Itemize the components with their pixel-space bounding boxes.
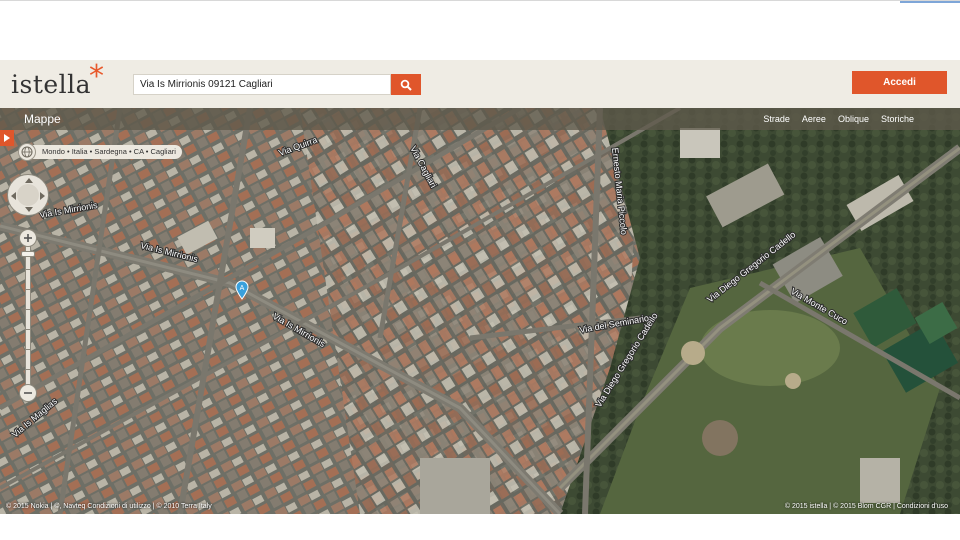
tab-strade[interactable]: Strade	[763, 114, 790, 124]
map-attribution-right[interactable]: © 2015 istella | © 2015 Blom CGR | Condi…	[785, 503, 948, 510]
marker-label: A	[240, 285, 245, 292]
globe-button[interactable]	[18, 143, 36, 161]
tab-storiche[interactable]: Storiche	[881, 114, 914, 124]
istella-logo[interactable]: istella *	[11, 62, 104, 100]
zoom-control	[19, 229, 37, 402]
location-marker[interactable]: A	[235, 280, 249, 300]
pan-left-icon[interactable]	[11, 192, 16, 200]
site-header: istella * Accedi	[0, 60, 960, 108]
map-title: Mappe	[24, 112, 61, 126]
window-top-strip	[0, 0, 960, 60]
plus-icon	[24, 234, 32, 242]
map-toolbar: Mappe Strade Aeree Oblique Storiche	[0, 108, 960, 130]
sidebar-toggle-button[interactable]	[0, 130, 14, 146]
top-accent-line	[900, 1, 960, 3]
zoom-tick	[26, 269, 30, 270]
tab-aeree[interactable]: Aeree	[802, 114, 826, 124]
minus-icon	[24, 392, 32, 394]
tab-oblique[interactable]: Oblique	[838, 114, 869, 124]
map-view-tabs: Strade Aeree Oblique Storiche	[763, 108, 914, 130]
zoom-tick	[26, 309, 30, 310]
search-input[interactable]	[133, 74, 391, 95]
map-view[interactable]: Via Is Mirrionis Via Is Mirrionis Via Is…	[0, 108, 960, 514]
chevron-right-icon	[4, 134, 10, 142]
zoom-tick	[26, 369, 30, 370]
zoom-out-button[interactable]	[19, 384, 37, 402]
search-button[interactable]	[391, 74, 421, 95]
page-footer	[0, 514, 960, 540]
zoom-tick	[26, 349, 30, 350]
location-breadcrumb: Mondo • Italia • Sardegna • CA • Cagliar…	[18, 143, 182, 161]
zoom-tick	[26, 329, 30, 330]
map-pin-icon: A	[235, 280, 249, 300]
breadcrumb-text[interactable]: Mondo • Italia • Sardegna • CA • Cagliar…	[32, 145, 182, 159]
pan-center	[17, 184, 39, 206]
globe-icon	[21, 146, 33, 158]
zoom-tick	[26, 289, 30, 290]
pan-control[interactable]	[7, 174, 49, 216]
logo-text: istella	[11, 70, 92, 99]
zoom-in-button[interactable]	[19, 229, 37, 247]
login-button[interactable]: Accedi	[852, 71, 947, 94]
logo-asterisk: *	[89, 59, 104, 94]
pan-down-icon[interactable]	[25, 207, 33, 212]
pan-right-icon[interactable]	[40, 192, 45, 200]
map-attribution-left[interactable]: © 2015 Nokia | ©, Navteq Condizioni di u…	[6, 503, 212, 510]
pan-up-icon[interactable]	[25, 178, 33, 183]
search-icon	[400, 79, 412, 91]
aerial-imagery[interactable]: Via Is Mirrionis Via Is Mirrionis Via Is…	[0, 108, 960, 514]
search-bar	[133, 74, 421, 95]
zoom-slider-thumb[interactable]	[21, 251, 35, 257]
zoom-slider-track[interactable]	[25, 243, 31, 389]
